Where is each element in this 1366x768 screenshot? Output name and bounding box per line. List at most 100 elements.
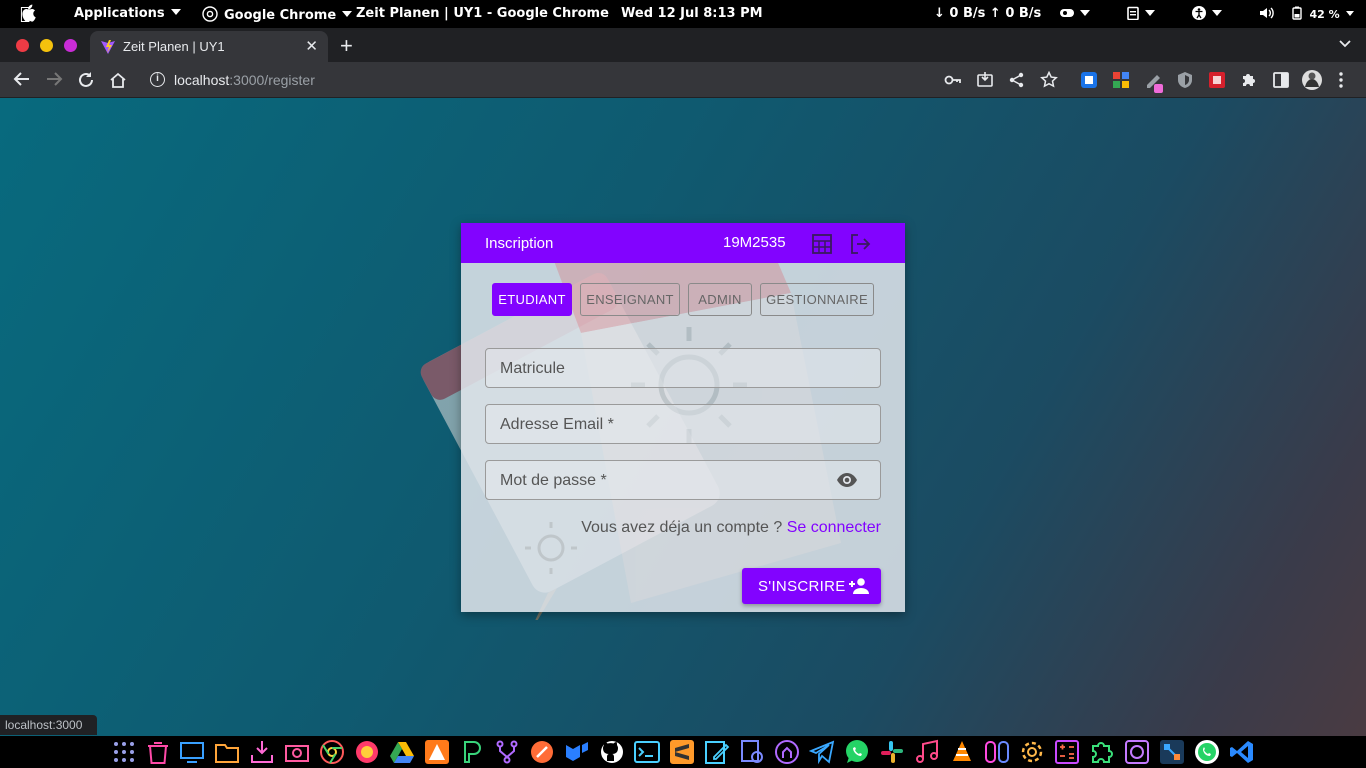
clipboard-icon <box>1127 6 1139 21</box>
terminal-icon[interactable] <box>634 739 660 765</box>
chevron-down-icon <box>1145 10 1155 16</box>
music-icon[interactable] <box>914 739 940 765</box>
browser-menu-icon[interactable] <box>1332 71 1350 89</box>
trash-icon[interactable] <box>145 739 171 765</box>
register-submit-label: S'INSCRIRE <box>758 578 846 595</box>
files-folder-icon[interactable] <box>214 739 240 765</box>
tab-title: Zeit Planen | UY1 <box>123 39 225 54</box>
vlc-icon[interactable] <box>949 739 975 765</box>
settings-gear-icon[interactable] <box>1019 739 1045 765</box>
share-icon[interactable] <box>1008 71 1026 89</box>
back-arrow-icon[interactable] <box>13 71 31 92</box>
desktop-icon[interactable] <box>179 739 205 765</box>
apple-logo-icon-shape <box>20 4 36 26</box>
clipboard-indicator[interactable] <box>1127 6 1155 22</box>
site-info-icon[interactable]: i <box>150 72 165 87</box>
side-panel-icon[interactable] <box>1272 71 1290 89</box>
app-grid-icon[interactable] <box>111 739 137 765</box>
chevron-down-icon <box>1080 10 1090 16</box>
camera-icon[interactable] <box>284 739 310 765</box>
firefox-icon[interactable] <box>354 739 380 765</box>
matricule-placeholder: Matricule <box>500 360 565 377</box>
address-bar[interactable]: localhost:3000/register <box>174 72 315 88</box>
logout-icon[interactable] <box>849 233 871 255</box>
extension-shield-icon[interactable] <box>1176 71 1194 89</box>
home-icon[interactable] <box>109 71 127 94</box>
chevron-down-icon <box>170 9 181 15</box>
register-submit-button[interactable]: S'INSCRIRE <box>742 568 881 604</box>
status-bar-url: localhost:3000 <box>0 715 97 735</box>
calendar-table-icon[interactable] <box>811 233 833 255</box>
card-header: Inscription 19M2535 <box>461 223 905 263</box>
disk-usage-icon[interactable] <box>1124 739 1150 765</box>
extension-cube-icon[interactable] <box>1080 71 1098 89</box>
git-branches-icon[interactable] <box>494 739 520 765</box>
sublime-text-icon[interactable] <box>669 739 695 765</box>
show-password-eye-icon[interactable] <box>836 471 858 489</box>
password-input[interactable]: Mot de passe * <box>485 460 881 500</box>
telegram-icon[interactable] <box>809 739 835 765</box>
email-input[interactable]: Adresse Email * <box>485 404 881 444</box>
install-app-icon[interactable] <box>976 71 994 89</box>
chevron-down-icon <box>1212 10 1222 16</box>
text-editor-icon[interactable] <box>704 739 730 765</box>
toggle-icon <box>1060 9 1074 17</box>
minimize-window-button[interactable] <box>40 39 53 52</box>
pycharm-icon[interactable] <box>459 739 485 765</box>
role-admin-button[interactable]: ADMIN <box>688 283 752 316</box>
url-path: :3000/register <box>229 72 315 88</box>
extension-pen-icon[interactable] <box>1144 70 1166 94</box>
postman-icon[interactable] <box>529 739 555 765</box>
reload-icon[interactable] <box>77 71 95 94</box>
login-link[interactable]: Se connecter <box>787 519 881 536</box>
extension-indicator[interactable] <box>1060 6 1090 22</box>
tab-search-chevron-icon[interactable] <box>1338 36 1352 52</box>
battery-level: 42 % <box>1309 8 1340 21</box>
extension-red-icon[interactable] <box>1208 71 1226 89</box>
extensions-manager-icon[interactable] <box>1089 739 1115 765</box>
password-key-icon[interactable] <box>944 71 962 89</box>
role-etudiant-button[interactable]: ETUDIANT <box>492 283 572 316</box>
bookmark-star-icon[interactable] <box>1040 71 1058 89</box>
chrome-app-menu[interactable]: Google Chrome <box>202 6 353 23</box>
whatsapp-icon[interactable] <box>844 739 870 765</box>
battery-indicator[interactable]: 42 % <box>1292 6 1354 22</box>
extensions-puzzle-icon[interactable] <box>1240 71 1258 89</box>
matricule-input[interactable]: Matricule <box>485 348 881 388</box>
system-top-bar:  Applications Google Chrome Zeit Planen… <box>0 0 1366 28</box>
calculator-icon[interactable] <box>1054 739 1080 765</box>
github-desktop-icon[interactable] <box>774 739 800 765</box>
chrome-dock-icon[interactable] <box>319 739 345 765</box>
network-speed[interactable]: ↓ 0 B/s ↑ 0 B/s <box>934 6 1041 21</box>
new-tab-button[interactable]: + <box>340 33 353 59</box>
card-title: Inscription <box>485 235 554 252</box>
whatsapp-desktop-icon[interactable] <box>1194 739 1220 765</box>
accessibility-indicator[interactable] <box>1192 6 1222 22</box>
slack-icon[interactable] <box>879 739 905 765</box>
extension-google-icon[interactable] <box>1112 71 1130 89</box>
add-user-icon <box>849 578 869 594</box>
google-drive-icon[interactable] <box>389 739 415 765</box>
password-placeholder: Mot de passe * <box>500 472 607 489</box>
login-prompt-text: Vous avez déja un compte ? <box>581 519 783 536</box>
close-window-button[interactable] <box>16 39 29 52</box>
applications-menu[interactable]: Applications <box>74 6 181 21</box>
role-gestionnaire-button[interactable]: GESTIONNAIRE <box>760 283 874 316</box>
download-manager-icon[interactable] <box>249 739 275 765</box>
switch-emulator-icon[interactable] <box>984 739 1010 765</box>
volume-icon[interactable] <box>1259 6 1275 22</box>
document-viewer-icon[interactable] <box>739 739 765 765</box>
orange-app-icon[interactable] <box>424 739 450 765</box>
forward-arrow-icon[interactable] <box>45 71 63 92</box>
clock[interactable]: Wed 12 Jul 8:13 PM <box>621 6 763 21</box>
role-enseignant-button[interactable]: ENSEIGNANT <box>580 283 680 316</box>
close-tab-icon[interactable]: ✕ <box>305 37 318 55</box>
drawio-icon[interactable] <box>1159 739 1185 765</box>
chevron-down-icon <box>342 11 353 17</box>
tab-zeit-planen[interactable]: Zeit Planen | UY1 ✕ <box>90 31 328 62</box>
vscode-icon[interactable] <box>1229 739 1255 765</box>
mui-icon[interactable] <box>564 739 590 765</box>
profile-avatar[interactable] <box>1301 69 1323 91</box>
github-icon[interactable] <box>599 739 625 765</box>
maximize-window-button[interactable] <box>64 39 77 52</box>
